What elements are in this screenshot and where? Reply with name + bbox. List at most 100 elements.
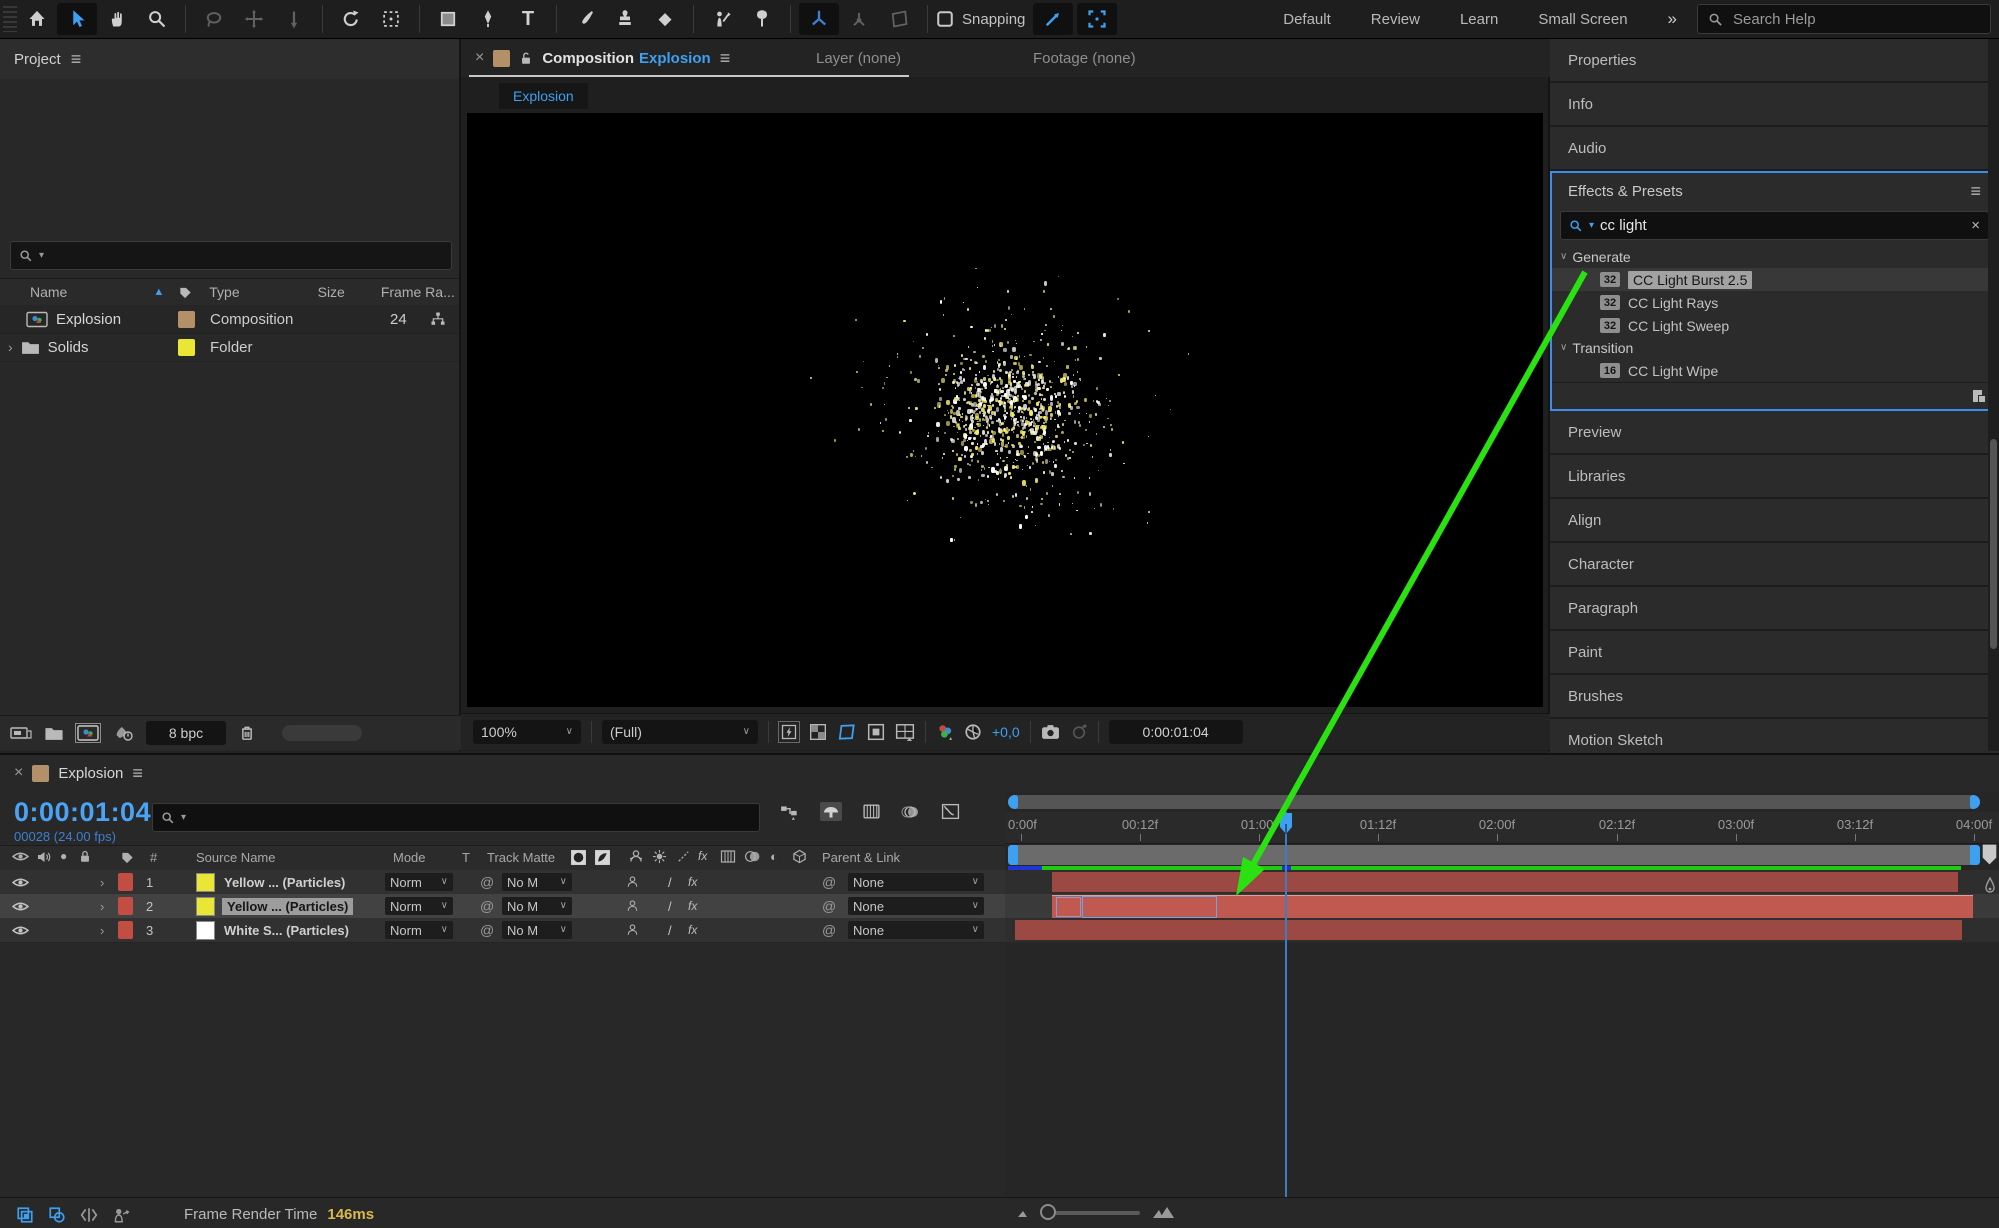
- layer-row-2-selected[interactable]: › 2 Yellow ... (Particles) Norm ∨ @ No M ∨…: [0, 894, 1005, 919]
- right-column-scrollbar[interactable]: [1988, 39, 1999, 751]
- hand-tool[interactable]: [97, 3, 137, 35]
- zoom-slider-knob[interactable]: [1040, 1204, 1056, 1220]
- workspace-tab-learn[interactable]: Learn: [1440, 11, 1518, 28]
- timeline-tab[interactable]: × Explosion ≡: [0, 755, 1999, 791]
- playhead-line[interactable]: [1285, 812, 1287, 1197]
- comp-marker-bin[interactable]: [1981, 843, 1998, 866]
- timeline-horizontal-scrollbar[interactable]: [1008, 795, 1980, 809]
- zoom-out-mountain-icon[interactable]: [1016, 1207, 1034, 1219]
- panel-tab-libraries[interactable]: Libraries: [1550, 455, 1999, 499]
- track-matte-select[interactable]: No M ∨: [502, 897, 572, 915]
- close-tab-icon[interactable]: ×: [14, 764, 23, 782]
- rectangle-tool[interactable]: [428, 3, 468, 35]
- effect-item-cc-light-sweep[interactable]: 32 CC Light Sweep: [1552, 314, 1997, 337]
- exposure-value[interactable]: +0,0: [992, 724, 1020, 740]
- layer-bar-3[interactable]: [1015, 920, 1962, 940]
- frame-blending-button[interactable]: [862, 803, 881, 820]
- scrollbar-thumb[interactable]: [1990, 439, 1997, 649]
- toggle-layer-switches-button[interactable]: [16, 1206, 34, 1224]
- snapping-control[interactable]: Snapping: [936, 10, 1025, 28]
- panel-tab-info[interactable]: Info: [1550, 83, 1999, 127]
- column-size[interactable]: Size: [318, 284, 345, 300]
- new-preset-icon[interactable]: [1971, 388, 1987, 404]
- shy-toggle[interactable]: [625, 923, 640, 937]
- expander-icon[interactable]: ›: [100, 899, 104, 914]
- layer-name-selected[interactable]: Yellow ... (Particles): [222, 897, 354, 915]
- parent-pickwhip-icon[interactable]: @: [822, 898, 836, 914]
- workspace-overflow-button[interactable]: »: [1648, 9, 1697, 29]
- panel-tab-paragraph[interactable]: Paragraph: [1550, 587, 1999, 631]
- layer-row-1[interactable]: › 1 Yellow ... (Particles) Norm ∨ @ No M ∨…: [0, 870, 1005, 895]
- panel-tab-align[interactable]: Align: [1550, 499, 1999, 543]
- panel-tab-character[interactable]: Character: [1550, 543, 1999, 587]
- region-of-interest-button[interactable]: [867, 723, 885, 741]
- layer-color-swatch[interactable]: [196, 921, 215, 940]
- delete-item-button[interactable]: [238, 724, 256, 742]
- work-area-start-handle[interactable]: [1008, 845, 1018, 865]
- adjustment-layer-column-icon[interactable]: ◐: [770, 849, 778, 864]
- lock-column-icon[interactable]: [78, 849, 92, 864]
- search-scope-chevron-icon[interactable]: ▾: [39, 250, 44, 261]
- comp-subtab[interactable]: Explosion: [499, 83, 588, 109]
- track-matte-select[interactable]: No M ∨: [502, 873, 572, 891]
- resolution-select[interactable]: (Full) ∨: [602, 720, 758, 744]
- timeline-search-input[interactable]: ▾: [152, 803, 760, 832]
- new-composition-button[interactable]: [75, 723, 101, 743]
- track-matte-pickwhip-icon[interactable]: @: [480, 898, 494, 914]
- video-column-icon[interactable]: [12, 850, 29, 863]
- panel-menu-icon[interactable]: ≡: [1970, 182, 1981, 200]
- solo-column-icon[interactable]: ●: [60, 849, 67, 863]
- sort-ascending-icon[interactable]: ▲: [153, 286, 164, 298]
- search-help-box[interactable]: Search Help: [1697, 4, 1991, 34]
- eye-toggle[interactable]: [12, 876, 29, 889]
- scrollbar-right-cap[interactable]: [1970, 795, 1980, 809]
- motion-blur-column-icon[interactable]: [744, 849, 761, 864]
- parent-link-select[interactable]: None ∨: [848, 873, 984, 891]
- frame-blend-column-icon[interactable]: [720, 849, 736, 864]
- toggle-render-time-button[interactable]: [112, 1207, 130, 1223]
- rotation-tool[interactable]: [331, 3, 371, 35]
- type-tool[interactable]: T: [508, 3, 548, 35]
- label-swatch[interactable]: [178, 310, 195, 328]
- eye-toggle[interactable]: [12, 900, 29, 913]
- toggle-in-out-button[interactable]: [80, 1207, 98, 1223]
- home-button[interactable]: [17, 3, 57, 35]
- panel-tab-properties[interactable]: Properties: [1550, 39, 1999, 83]
- parent-pickwhip-icon[interactable]: @: [822, 874, 836, 890]
- grid-guides-button[interactable]: [895, 723, 915, 741]
- eraser-tool[interactable]: ◆: [645, 3, 685, 35]
- column-parent-link[interactable]: Parent & Link: [822, 850, 900, 865]
- column-number[interactable]: #: [150, 850, 157, 865]
- eye-toggle[interactable]: [12, 924, 29, 937]
- zoom-tool[interactable]: [137, 3, 177, 35]
- view-axis-mode-button[interactable]: [879, 3, 919, 35]
- unlock-icon[interactable]: [519, 51, 533, 66]
- expander-icon[interactable]: ›: [100, 923, 104, 938]
- shy-toggle[interactable]: [625, 899, 640, 913]
- fast-preview-button[interactable]: [778, 721, 800, 743]
- pen-tool[interactable]: [468, 3, 508, 35]
- parent-link-select[interactable]: None ∨: [848, 897, 984, 915]
- effects-toggle[interactable]: fx: [688, 899, 697, 913]
- marker-pen-icon[interactable]: [1983, 877, 1997, 895]
- layer-row-3[interactable]: › 3 White S... (Particles) Norm ∨ @ No M ∨…: [0, 918, 1005, 943]
- brush-tool[interactable]: [565, 3, 605, 35]
- effects-group-transition[interactable]: ∨ Transition: [1552, 337, 1997, 359]
- pan-camera-tool[interactable]: [234, 3, 274, 35]
- layer-color-swatch[interactable]: [196, 897, 215, 916]
- snap-arrow-toggle[interactable]: [1033, 3, 1074, 35]
- quality-toggle[interactable]: /: [668, 899, 672, 914]
- project-search-input[interactable]: ▾: [10, 241, 452, 270]
- motion-blur-button[interactable]: [901, 804, 921, 820]
- footage-viewer-tab[interactable]: Footage (none): [1033, 50, 1136, 67]
- table-row-explosion[interactable]: Explosion Composition 24: [0, 305, 459, 334]
- effects-group-generate[interactable]: ∨ Generate: [1552, 246, 1997, 268]
- snapping-checkbox[interactable]: [936, 10, 954, 28]
- column-name[interactable]: Name: [30, 284, 67, 300]
- search-scope-chevron-icon[interactable]: ▾: [181, 812, 186, 823]
- timeline-zoom-slider[interactable]: [1044, 1211, 1140, 1215]
- effect-item-cc-light-burst[interactable]: 32 CC Light Burst 2.5: [1552, 268, 1997, 291]
- panel-tab-paint[interactable]: Paint: [1550, 631, 1999, 675]
- blend-mode-select[interactable]: Norm ∨: [385, 897, 453, 915]
- panel-menu-icon[interactable]: ≡: [71, 50, 82, 68]
